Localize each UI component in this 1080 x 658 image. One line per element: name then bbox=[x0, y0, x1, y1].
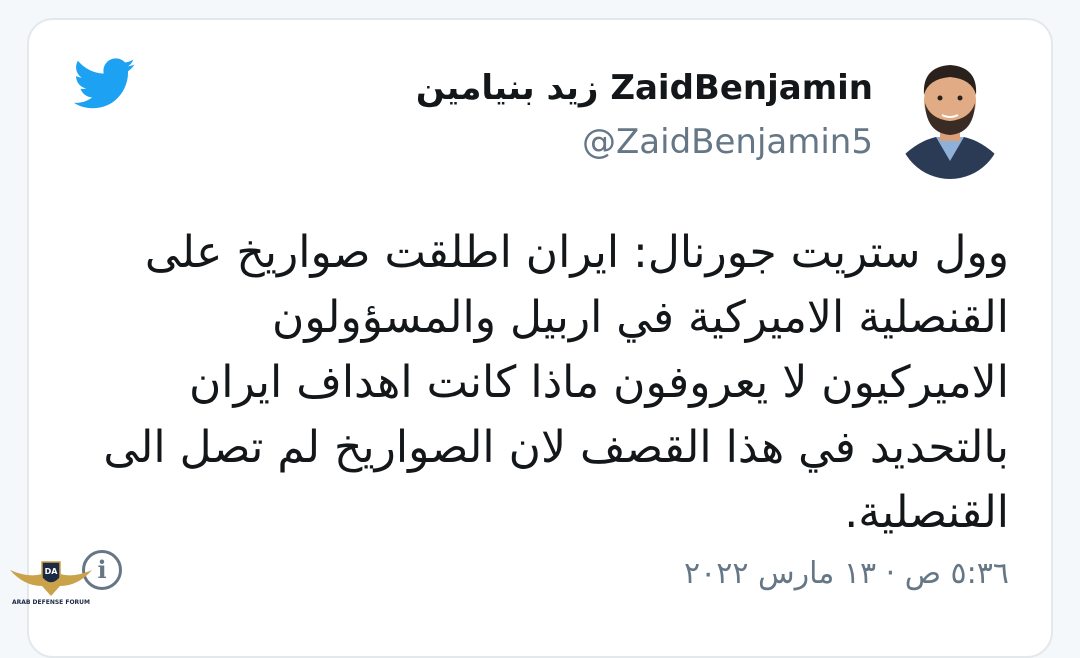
tweet-text-line: القنصلية. bbox=[844, 487, 1009, 538]
display-name[interactable]: زيد بنيامين ZaidBenjamin bbox=[416, 68, 873, 108]
forum-logo-image: DA ARAB DEFENSE FORUM bbox=[10, 561, 92, 606]
svg-text:ARAB DEFENSE FORUM: ARAB DEFENSE FORUM bbox=[12, 599, 90, 606]
tweet-text: وول ستريت جورنال: ايران اطلقت صواريخ على… bbox=[59, 220, 1009, 545]
tweet-text-line: الاميركيون لا يعروفون ماذا كانت اهداف اي… bbox=[188, 357, 1009, 408]
avatar-illustration bbox=[898, 53, 1002, 179]
tweet-text-line: وول ستريت جورنال: ايران اطلقت صواريخ على bbox=[144, 227, 1009, 278]
twitter-bird-icon[interactable] bbox=[73, 58, 136, 110]
avatar[interactable] bbox=[898, 53, 1002, 179]
svg-text:DA: DA bbox=[45, 567, 59, 576]
twitter-bird-glyph bbox=[73, 58, 135, 109]
tweet-timestamp[interactable]: ٥:٣٦ ص · ١٣ مارس ٢٠٢٢ bbox=[684, 556, 1009, 591]
user-handle[interactable]: @ZaidBenjamin5 bbox=[582, 122, 873, 162]
watermark-logo: DA ARAB DEFENSE FORUM bbox=[6, 556, 96, 616]
tweet-text-line: القنصلية الاميركية في اربيل والمسؤولون bbox=[272, 292, 1009, 343]
tweet-card[interactable]: زيد بنيامين ZaidBenjamin @ZaidBenjamin5 … bbox=[27, 18, 1053, 658]
tweet-text-line: بالتحديد في هذا القصف لان الصواريخ لم تص… bbox=[103, 422, 1009, 473]
